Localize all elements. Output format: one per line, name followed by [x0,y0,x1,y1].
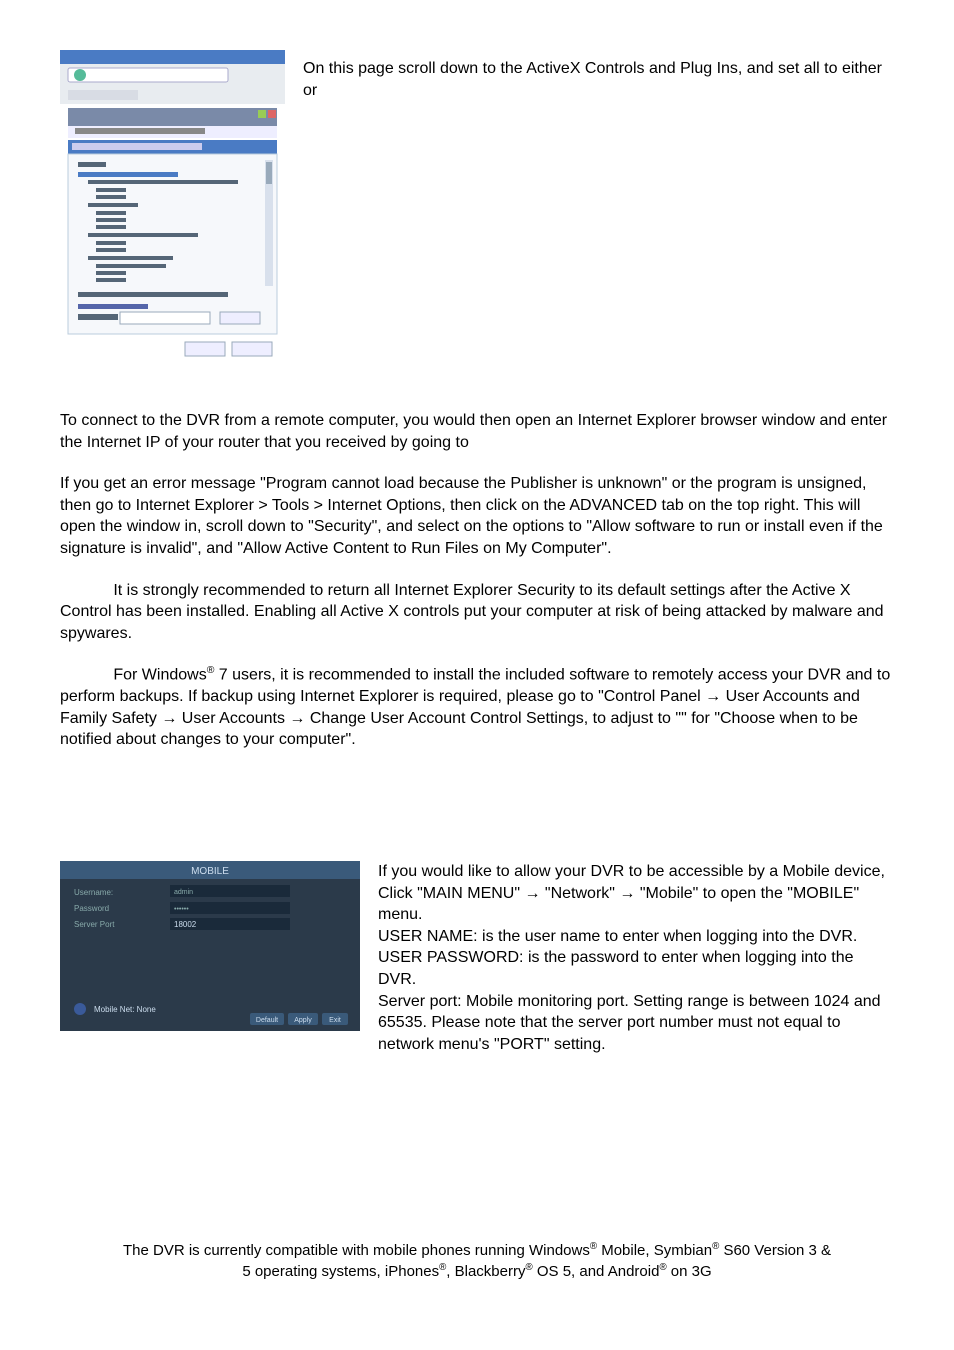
svg-text:Password: Password [74,904,109,913]
svg-text:MOBILE: MOBILE [191,866,229,877]
mobile-intro: If you would like to allow your DVR to b… [378,861,894,926]
svg-text:Default: Default [256,1017,278,1024]
error-paragraph: If you get an error message "Program can… [60,473,894,559]
svg-text:Username:: Username: [74,888,113,897]
intro-text: On this page scroll down to the ActiveX … [303,58,894,101]
svg-text:18002: 18002 [174,920,197,929]
svg-text:admin: admin [174,889,193,896]
security-dialog-screenshot [60,50,285,370]
windows7-paragraph: For Windows® 7 users, it is recommended … [60,664,894,751]
mobile-password: USER PASSWORD: is the password to enter … [378,947,894,990]
svg-text:Mobile Net: None: Mobile Net: None [94,1005,156,1014]
footer-compat: The DVR is currently compatible with mob… [120,1240,834,1283]
connect-paragraph: To connect to the DVR from a remote comp… [60,410,894,453]
mobile-menu-screenshot: MOBILE Username: admin Password •••••• S… [60,861,360,1031]
svg-text:••••••: •••••• [174,906,189,913]
svg-text:Exit: Exit [329,1017,341,1024]
security-recommend: It is strongly recommended to return all… [60,580,894,645]
svg-text:Apply: Apply [294,1017,312,1024]
mobile-serverport: Server port: Mobile monitoring port. Set… [378,991,894,1056]
mobile-username: USER NAME: is the user name to enter whe… [378,926,894,948]
svg-text:Server Port: Server Port [74,920,115,929]
